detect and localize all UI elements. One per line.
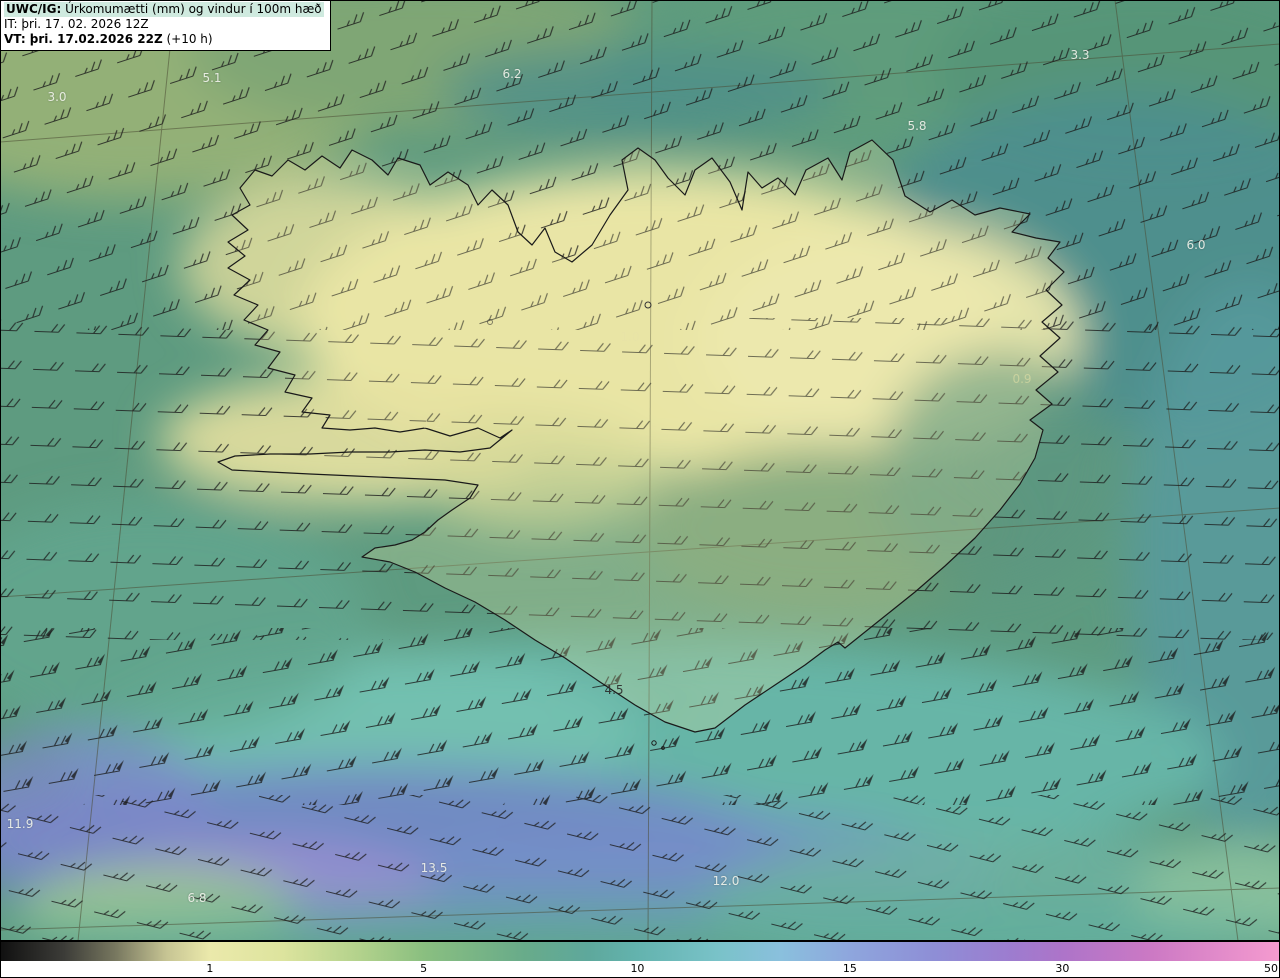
colorbar-tick-label: 5 — [420, 962, 428, 975]
product-description: Úrkomumætti (mm) og vindur í 100m hæð — [61, 2, 322, 16]
colorbar-tick-label: 10 — [630, 962, 645, 975]
colorbar-tick-label: 30 — [1055, 962, 1070, 975]
valid-time-main: VT: þri. 17.02.2026 22Z — [4, 32, 163, 46]
valid-time: VT: þri. 17.02.2026 22Z (+10 h) — [4, 32, 324, 47]
init-time: IT: þri. 17. 02. 2026 12Z — [4, 17, 149, 31]
product-code: UWC/IG: — [6, 2, 62, 16]
colorbar-ticks: 1 5 10 15 30 50 — [0, 961, 1280, 978]
map-area: 3.0 5.1 6.2 3.3 5.8 6.0 1.0 1.2 0.9 4.5 11.9 13.5 12… — [0, 0, 1280, 941]
precip-wind-map — [0, 0, 1280, 941]
wind-barbs-far-south — [0, 795, 1280, 941]
product-info-box: UWC/IG: Úrkomumætti (mm) og vindur í 100… — [0, 0, 331, 51]
colorbar — [0, 941, 1280, 961]
product-title: UWC/IG: Úrkomumætti (mm) og vindur í 100… — [4, 2, 324, 17]
colorbar-tick-label: 50 — [1264, 962, 1279, 975]
colorbar-tick-label: 15 — [842, 962, 857, 975]
valid-time-offset: (+10 h) — [162, 32, 213, 46]
colorbar-tick-label: 1 — [206, 962, 214, 975]
weather-map-screen: 3.0 5.1 6.2 3.3 5.8 6.0 1.0 1.2 0.9 4.5 11.9 13.5 12… — [0, 0, 1280, 978]
